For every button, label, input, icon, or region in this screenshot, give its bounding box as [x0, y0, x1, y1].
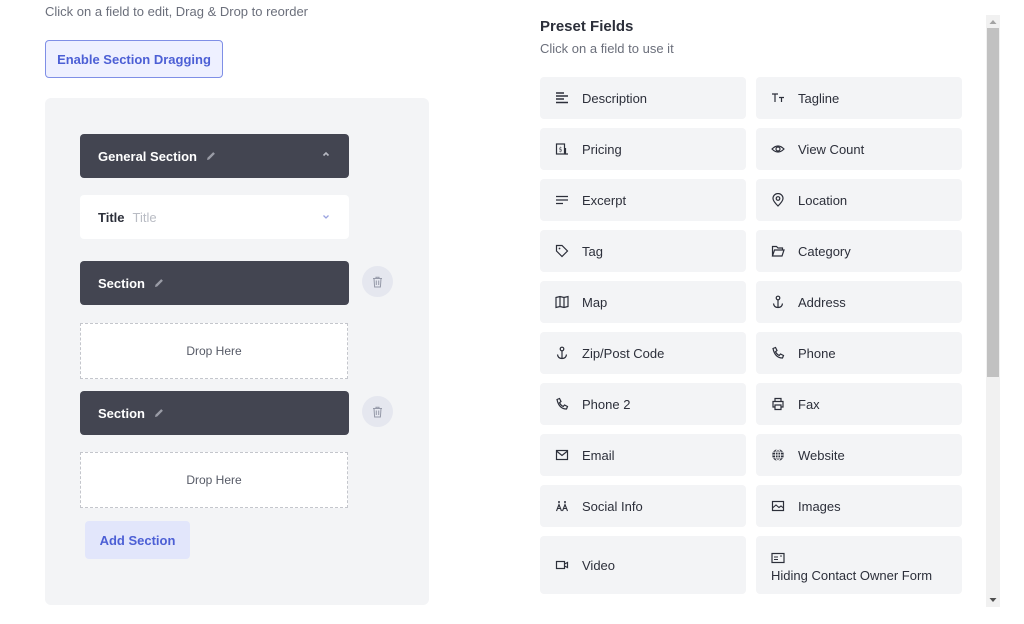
preset-item-map[interactable]: Map [540, 281, 746, 323]
preset-item-label: Phone 2 [582, 396, 631, 412]
preset-item-category[interactable]: Category [756, 230, 962, 272]
map-icon [555, 295, 569, 309]
align-left-icon [555, 91, 569, 105]
video-icon [555, 558, 569, 572]
preset-item-view-count[interactable]: View Count [756, 128, 962, 170]
preset-item-video[interactable]: Video [540, 536, 746, 594]
preset-item-fax[interactable]: Fax [756, 383, 962, 425]
pencil-icon[interactable] [153, 407, 165, 419]
preset-item-images[interactable]: Images [756, 485, 962, 527]
preset-item-label: Category [798, 243, 851, 259]
preset-item-location[interactable]: Location [756, 179, 962, 221]
chevron-down-icon[interactable] [321, 212, 331, 222]
preset-item-label: Hiding Contact Owner Form [771, 568, 933, 583]
image-icon [771, 499, 785, 513]
svg-text:$: $ [559, 147, 563, 154]
section-title: Section [98, 275, 145, 291]
preset-item-excerpt[interactable]: Excerpt [540, 179, 746, 221]
field-row-title[interactable]: Title Title [80, 195, 349, 239]
users-icon [555, 499, 569, 513]
preset-item-label: Fax [798, 396, 820, 412]
text-size-icon [771, 91, 785, 105]
folder-open-icon [771, 244, 785, 258]
field-placeholder: Title [132, 209, 157, 225]
section-title: General Section [98, 148, 197, 164]
preset-item-tagline[interactable]: Tagline [756, 77, 962, 119]
delete-section-button[interactable] [362, 396, 393, 427]
chevron-up-icon[interactable] [321, 149, 331, 159]
trash-icon [372, 406, 383, 418]
section-header[interactable]: Section [80, 391, 349, 435]
preset-item-label: Address [798, 294, 846, 310]
printer-icon [771, 397, 785, 411]
preset-item-label: Tagline [798, 90, 840, 106]
preset-fields-grid: Description Tagline $ Pricing View Count… [540, 77, 962, 594]
anchor-icon [771, 295, 785, 309]
scroll-down-arrow-icon[interactable] [986, 593, 1000, 607]
preset-item-label: Pricing [582, 141, 622, 157]
preset-item-label: Video [582, 557, 616, 573]
drop-zone[interactable]: Drop Here [80, 452, 348, 508]
price-tag-icon: $ [555, 142, 569, 156]
preset-item-tag[interactable]: Tag [540, 230, 746, 272]
section-header[interactable]: Section [80, 261, 349, 305]
enable-section-dragging-button[interactable]: Enable Section Dragging [45, 40, 223, 78]
preset-item-label: Location [798, 192, 848, 208]
scrollbar[interactable] [986, 15, 1000, 607]
preset-item-label: Images [798, 498, 841, 514]
field-label: Title [98, 209, 125, 225]
preset-item-label: Excerpt [582, 192, 627, 208]
preset-fields-subtitle: Click on a field to use it [540, 41, 674, 56]
contact-card-icon [771, 551, 785, 565]
anchor-icon [555, 346, 569, 360]
trash-icon [372, 276, 383, 288]
preset-item-pricing[interactable]: $ Pricing [540, 128, 746, 170]
pencil-icon[interactable] [153, 277, 165, 289]
preset-item-hiding-contact-owner-form[interactable]: Hiding Contact Owner Form [756, 536, 962, 594]
preset-item-address[interactable]: Address [756, 281, 962, 323]
section-header-general[interactable]: General Section [80, 134, 349, 178]
preset-item-label: View Count [798, 141, 865, 157]
preset-item-label: Phone [798, 345, 836, 361]
pencil-icon[interactable] [205, 150, 217, 162]
scroll-up-arrow-icon[interactable] [986, 15, 1000, 29]
preset-item-label: Description [582, 90, 648, 106]
scrollbar-thumb[interactable] [987, 28, 999, 377]
preset-item-phone[interactable]: Phone [756, 332, 962, 374]
preset-item-email[interactable]: Email [540, 434, 746, 476]
phone-icon [555, 397, 569, 411]
page: Click on a field to edit, Drag & Drop to… [0, 0, 1024, 624]
preset-item-label: Email [582, 447, 615, 463]
tag-icon [555, 244, 569, 258]
section-title: Section [98, 405, 145, 421]
preset-item-label: Social Info [582, 498, 643, 514]
preset-item-phone-2[interactable]: Phone 2 [540, 383, 746, 425]
preset-item-label: Tag [582, 243, 603, 259]
lines-icon [555, 193, 569, 207]
delete-section-button[interactable] [362, 266, 393, 297]
mail-icon [555, 448, 569, 462]
phone-icon [771, 346, 785, 360]
map-pin-icon [771, 193, 785, 207]
preset-item-zip-post-code[interactable]: Zip/Post Code [540, 332, 746, 374]
builder-hint: Click on a field to edit, Drag & Drop to… [45, 4, 309, 19]
preset-fields-title: Preset Fields [540, 18, 634, 35]
preset-item-social-info[interactable]: Social Info [540, 485, 746, 527]
eye-icon [771, 142, 785, 156]
drop-zone[interactable]: Drop Here [80, 323, 348, 379]
globe-icon [771, 448, 785, 462]
preset-item-label: Zip/Post Code [582, 345, 665, 361]
add-section-button[interactable]: Add Section [85, 521, 190, 559]
preset-item-label: Website [798, 447, 845, 463]
preset-item-website[interactable]: Website [756, 434, 962, 476]
preset-item-description[interactable]: Description [540, 77, 746, 119]
section-builder: General Section Title Title Section Drop… [45, 98, 429, 605]
preset-item-label: Map [582, 294, 608, 310]
